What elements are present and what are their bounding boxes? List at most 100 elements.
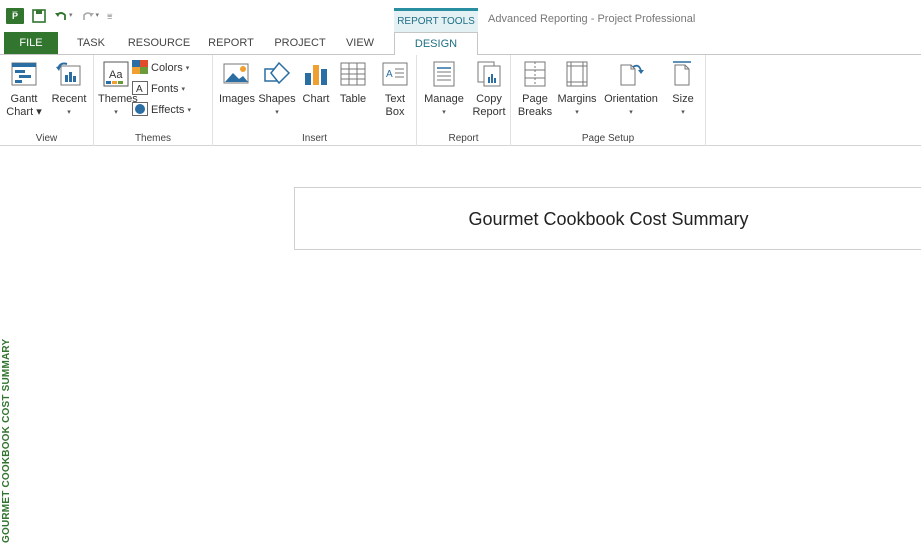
ribbon-tabs: FILE TASK RESOURCE REPORT PROJECT VIEW D… (0, 32, 921, 55)
themes-button[interactable]: Aa Themes ▾ (98, 59, 138, 119)
tab-task[interactable]: TASK (66, 32, 116, 54)
colors-icon (132, 59, 148, 77)
report-group-label: Report (448, 133, 479, 144)
recent-report-icon (55, 59, 83, 89)
page-setup-group-label: Page Setup (581, 133, 635, 144)
orientation-label: Orientation (604, 93, 658, 105)
ribbon: Gantt Chart ▾ Recent ▾ View Aa Themes ▾ … (0, 54, 921, 146)
images-icon (223, 59, 251, 89)
text-box-label-2: Box (385, 106, 405, 118)
recent-label: Recent (51, 93, 87, 105)
text-box-icon: A (381, 59, 409, 89)
chart-button[interactable]: Chart (299, 59, 333, 106)
chevron-down-icon: ▾ (187, 107, 191, 114)
gantt-chart-button[interactable]: Gantt Chart ▾ (6, 59, 42, 119)
undo-icon[interactable]: ▾ (54, 8, 73, 24)
tab-resource[interactable]: RESOURCE (122, 32, 196, 54)
tab-view[interactable]: VIEW (338, 32, 382, 54)
themes-group-label: Themes (134, 133, 172, 144)
copy-report-icon (475, 59, 503, 89)
text-box-label: Text (384, 93, 406, 105)
chevron-down-icon: ▾ (575, 109, 579, 116)
gantt-chart-icon (10, 59, 38, 89)
themes-group: Aa Themes ▾ Colors ▾ A Fonts ▾ Effects ▾ Th… (94, 55, 213, 146)
svg-text:A: A (136, 84, 143, 95)
effects-icon (132, 101, 148, 119)
customize-qat-icon[interactable]: ⩸ (107, 8, 112, 24)
orientation-icon (617, 59, 645, 89)
chevron-down-icon: ▾ (681, 109, 685, 116)
copy-report-button[interactable]: Copy Report (469, 59, 509, 119)
report-title: Gourmet Cookbook Cost Summary (468, 209, 749, 229)
margins-icon (563, 59, 591, 89)
fonts-button[interactable]: A Fonts ▾ (132, 80, 191, 98)
page-breaks-button[interactable]: Page Breaks (515, 59, 555, 119)
page-breaks-icon (521, 59, 549, 89)
redo-icon[interactable]: ▾ (81, 8, 100, 24)
shapes-icon (263, 59, 291, 89)
save-icon[interactable] (32, 9, 46, 23)
page-setup-group: Page Breaks Margins ▾ Orientation ▾ Size… (511, 55, 706, 146)
svg-text:Aa: Aa (109, 69, 123, 81)
table-icon (339, 59, 367, 89)
copy-label: Copy (476, 93, 502, 105)
chevron-down-icon: ▾ (275, 109, 279, 116)
effects-label: Effects (151, 104, 185, 116)
project-app-icon[interactable]: P̅ (6, 8, 24, 24)
margins-button[interactable]: Margins ▾ (555, 59, 599, 119)
insert-group: Images Shapes ▾ Chart Table A Text Box I… (213, 55, 417, 146)
fonts-icon: A (132, 80, 148, 98)
shapes-button[interactable]: Shapes ▾ (257, 59, 297, 119)
size-label: Size (672, 93, 694, 105)
quick-access-toolbar: P̅ ▾ ▾ ⩸ (6, 8, 113, 24)
chevron-down-icon[interactable]: ▾ (69, 8, 73, 24)
gantt-label-2: Chart ▾ (6, 106, 42, 118)
colors-button[interactable]: Colors ▾ (132, 59, 191, 77)
chevron-down-icon: ▾ (629, 109, 633, 116)
effects-button[interactable]: Effects ▾ (132, 101, 191, 119)
chevron-down-icon: ▾ (114, 109, 118, 116)
table-label: Table (339, 93, 367, 105)
svg-text:A: A (386, 69, 393, 80)
chart-label: Chart (302, 93, 330, 105)
chart-icon (302, 59, 330, 89)
chevron-down-icon: ▾ (185, 65, 190, 72)
report-tools-context-label: REPORT TOOLS (394, 8, 478, 32)
chevron-down-icon: ▾ (442, 109, 446, 116)
text-box-button[interactable]: A Text Box (377, 59, 413, 119)
fonts-label: Fonts (151, 83, 179, 95)
orientation-button[interactable]: Orientation ▾ (599, 59, 663, 119)
manage-icon (430, 59, 458, 89)
chevron-down-icon: ▾ (181, 86, 186, 93)
manage-button[interactable]: Manage ▾ (421, 59, 467, 119)
themes-icon: Aa (102, 59, 130, 89)
size-button[interactable]: Size ▾ (665, 59, 701, 119)
view-group: Gantt Chart ▾ Recent ▾ View (0, 55, 94, 146)
tab-project[interactable]: PROJECT (266, 32, 334, 54)
tab-design[interactable]: DESIGN (394, 32, 478, 55)
insert-group-label: Insert (301, 133, 327, 144)
size-icon (669, 59, 697, 89)
report-title-box[interactable]: Gourmet Cookbook Cost Summary (294, 187, 921, 250)
images-label: Images (218, 93, 256, 105)
page-breaks-label: Page (522, 93, 548, 105)
manage-label: Manage (424, 93, 464, 105)
tab-file[interactable]: FILE (4, 32, 58, 54)
tab-report[interactable]: REPORT (202, 32, 260, 54)
shapes-label: Shapes (258, 93, 296, 105)
theme-options: Colors ▾ A Fonts ▾ Effects ▾ (132, 59, 191, 119)
recent-button[interactable]: Recent ▾ (48, 59, 90, 119)
chevron-down-icon[interactable]: ▾ (96, 8, 100, 24)
view-group-label: View (35, 133, 58, 144)
images-button[interactable]: Images (217, 59, 257, 106)
copy-label-2: Report (472, 106, 506, 118)
chevron-down-icon: ▾ (67, 109, 71, 116)
report-side-label: GOURMET COOKBOOK COST SUMMARY (1, 338, 12, 543)
window-title: Advanced Reporting - Project Professiona… (488, 13, 696, 25)
margins-label: Margins (557, 93, 597, 105)
page-breaks-label-2: Breaks (517, 106, 553, 118)
gantt-label: Gantt (10, 93, 38, 105)
table-button[interactable]: Table (335, 59, 371, 106)
colors-label: Colors (151, 62, 183, 74)
report-group: Manage ▾ Copy Report Report (417, 55, 511, 146)
